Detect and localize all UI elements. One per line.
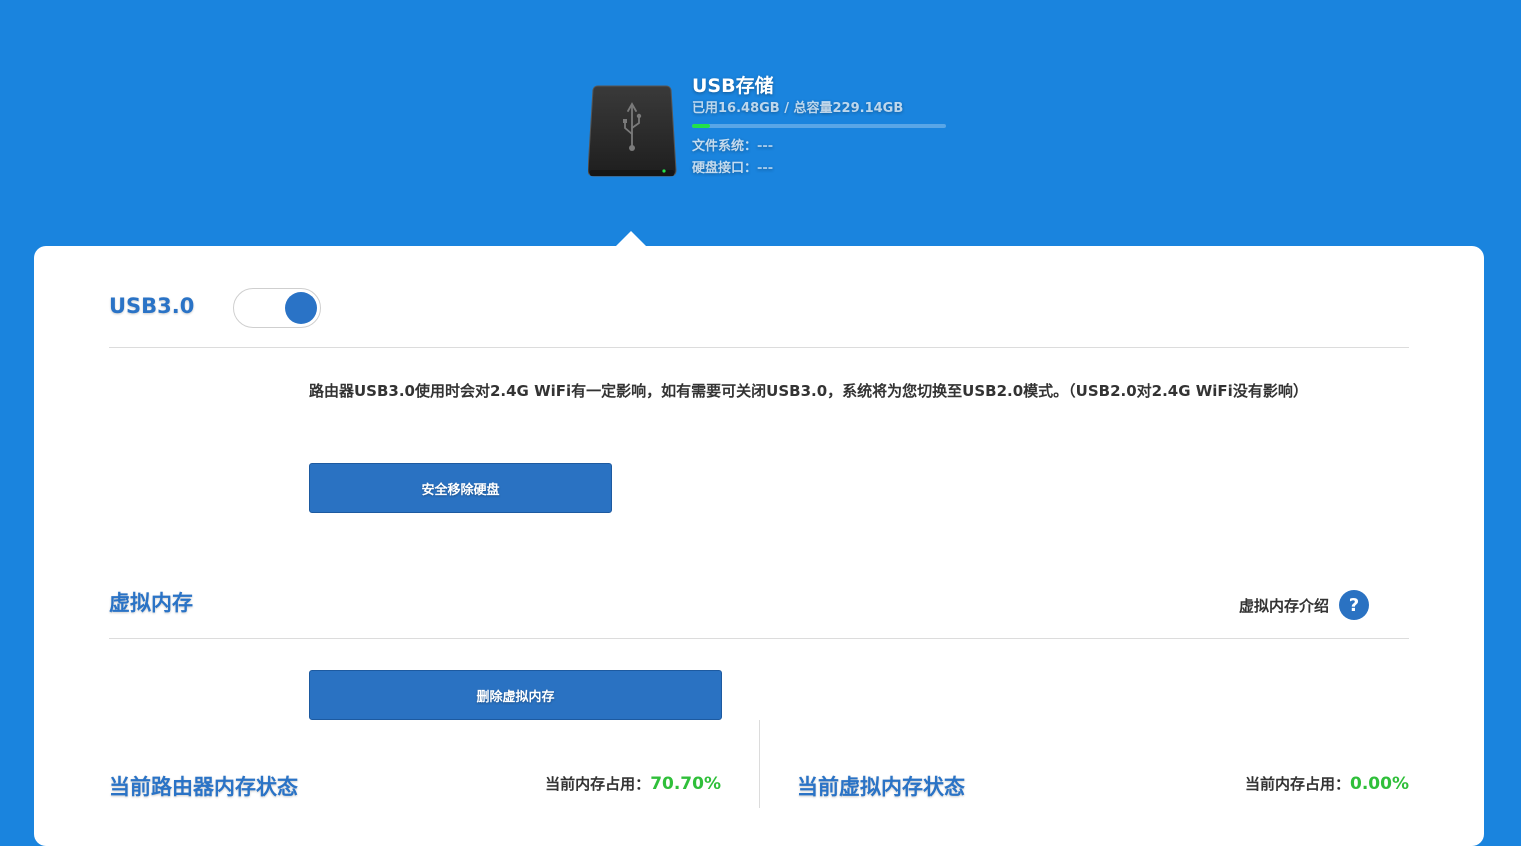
interface-row: 硬盘接口：--- [692,158,992,180]
usb3-toggle[interactable] [233,288,321,328]
status-column-divider [759,720,760,808]
storage-usage-fill [692,124,711,128]
safe-remove-disk-button[interactable]: 安全移除硬盘 [309,463,612,513]
virtual-memory-usage-value: 0.00% [1350,774,1409,794]
interface-label: 硬盘接口： [692,161,758,176]
router-memory-usage: 当前内存占用： 70.70% [400,773,721,794]
router-memory-usage-label: 当前内存占用： [545,775,651,793]
virtual-memory-usage: 当前内存占用： 0.00% [1088,773,1409,794]
virtual-memory-status-title: 当前虚拟内存状态 [797,775,965,799]
toggle-knob [285,292,317,324]
interface-value: --- [757,161,774,176]
usb-storage-title: USB存储 [692,75,774,97]
panel-pointer [616,231,646,246]
storage-usage-text: 已用16.48GB / 总容量229.14GB [692,101,904,116]
disk-info: USB存储 已用16.48GB / 总容量229.14GB 文件系统：--- 硬… [692,74,992,180]
usb-storage-header: USB存储 已用16.48GB / 总容量229.14GB 文件系统：--- 硬… [0,0,1521,246]
usb3-title: USB3.0 [109,294,195,318]
virtual-memory-title: 虚拟内存 [109,591,193,615]
filesystem-label: 文件系统： [692,139,758,154]
usb3-description: 路由器USB3.0使用时会对2.4G WiFi有一定影响，如有需要可关闭USB3… [309,382,1308,400]
storage-usage-bar [692,124,946,128]
router-memory-status-title: 当前路由器内存状态 [109,775,298,799]
help-icon[interactable]: ? [1339,590,1369,620]
usb3-divider [109,347,1409,348]
virtual-memory-intro-label: 虚拟内存介绍 [1238,596,1329,615]
router-memory-usage-value: 70.70% [650,774,721,794]
hard-disk-icon [587,82,678,182]
filesystem-row: 文件系统：--- [692,136,992,158]
filesystem-value: --- [757,139,774,154]
virtual-memory-divider [109,638,1409,639]
delete-virtual-memory-button[interactable]: 删除虚拟内存 [309,670,722,720]
virtual-memory-usage-label: 当前内存占用： [1245,775,1351,793]
virtual-memory-intro-link[interactable]: 虚拟内存介绍 ? [1239,590,1369,620]
